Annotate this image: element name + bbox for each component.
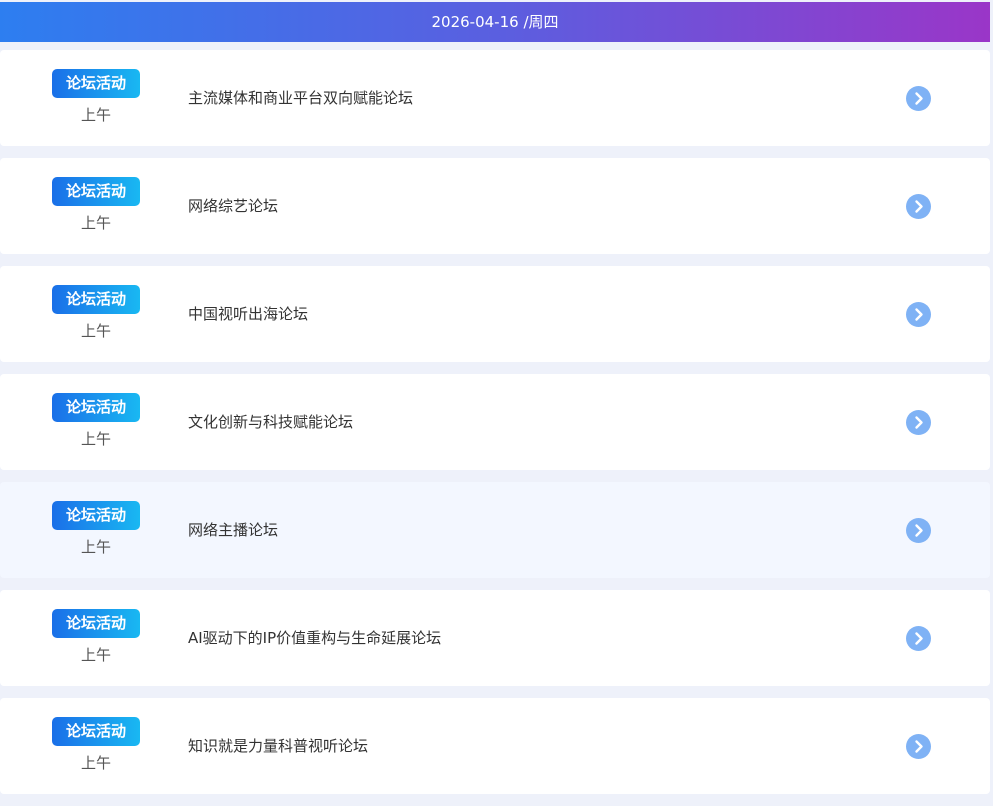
- event-card[interactable]: 论坛活动 上午 知识就是力量科普视听论坛: [0, 698, 990, 794]
- event-card[interactable]: 论坛活动 上午 AI驱动下的IP价值重构与生命延展论坛: [0, 590, 990, 686]
- chevron-right-icon[interactable]: [906, 86, 931, 111]
- event-card[interactable]: 论坛活动 上午 文化创新与科技赋能论坛: [0, 374, 990, 470]
- time-period: 上午: [80, 322, 111, 340]
- event-card[interactable]: 论坛活动 上午 网络综艺论坛: [0, 158, 990, 254]
- category-badge: 论坛活动: [52, 609, 140, 638]
- time-period: 上午: [80, 754, 111, 772]
- event-title[interactable]: AI驱动下的IP价值重构与生命延展论坛: [188, 627, 441, 649]
- event-title[interactable]: 中国视听出海论坛: [188, 303, 308, 325]
- category-badge: 论坛活动: [52, 69, 140, 98]
- date-label: 2026-04-16 /周四: [431, 13, 559, 31]
- event-title[interactable]: 网络主播论坛: [188, 519, 278, 541]
- event-list: 论坛活动 上午 主流媒体和商业平台双向赋能论坛 论坛活动 上午 网络综艺论坛 论…: [0, 50, 990, 806]
- chevron-right-icon[interactable]: [906, 194, 931, 219]
- time-period: 上午: [80, 538, 111, 556]
- event-card[interactable]: 论坛活动 上午 主流媒体和商业平台双向赋能论坛: [0, 50, 990, 146]
- chevron-right-icon[interactable]: [906, 734, 931, 759]
- event-title[interactable]: 网络综艺论坛: [188, 195, 278, 217]
- date-header: 2026-04-16 /周四: [0, 2, 990, 42]
- event-title[interactable]: 文化创新与科技赋能论坛: [188, 411, 353, 433]
- chevron-right-icon[interactable]: [906, 518, 931, 543]
- time-period: 上午: [80, 646, 111, 664]
- chevron-right-icon[interactable]: [906, 410, 931, 435]
- event-card[interactable]: 论坛活动 上午 中国视听出海论坛: [0, 266, 990, 362]
- category-badge: 论坛活动: [52, 285, 140, 314]
- time-period: 上午: [80, 430, 111, 448]
- chevron-right-icon[interactable]: [906, 302, 931, 327]
- event-title[interactable]: 主流媒体和商业平台双向赋能论坛: [188, 87, 413, 109]
- category-badge: 论坛活动: [52, 177, 140, 206]
- event-title[interactable]: 知识就是力量科普视听论坛: [188, 735, 368, 757]
- time-period: 上午: [80, 106, 111, 124]
- category-badge: 论坛活动: [52, 393, 140, 422]
- category-badge: 论坛活动: [52, 501, 140, 530]
- category-badge: 论坛活动: [52, 717, 140, 746]
- event-card[interactable]: 论坛活动 上午 网络主播论坛: [0, 482, 990, 578]
- time-period: 上午: [80, 214, 111, 232]
- chevron-right-icon[interactable]: [906, 626, 931, 651]
